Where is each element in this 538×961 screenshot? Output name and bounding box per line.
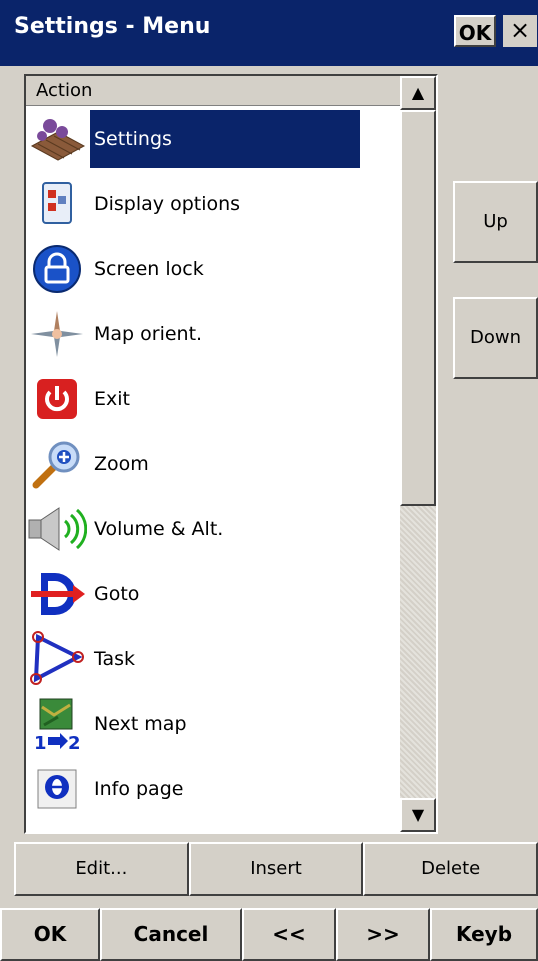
list-item-label: Settings bbox=[90, 109, 360, 168]
window-title: Settings - Menu bbox=[14, 14, 211, 39]
ok-button[interactable]: OK bbox=[0, 908, 100, 961]
magnifier-icon bbox=[26, 436, 88, 491]
insert-button[interactable]: Insert bbox=[188, 842, 364, 896]
list-item-settings[interactable]: Settings bbox=[26, 106, 400, 171]
list-rows: Settings Display options Screen lock Map… bbox=[26, 106, 400, 821]
column-header-action[interactable]: Action bbox=[26, 76, 400, 106]
lock-icon bbox=[26, 241, 88, 296]
task-icon bbox=[26, 630, 88, 686]
list-item-display-options[interactable]: Display options bbox=[26, 171, 400, 236]
list-item-label: Volume & Alt. bbox=[94, 517, 224, 540]
delete-button[interactable]: Delete bbox=[363, 842, 538, 896]
edit-toolbar: Edit... Insert Delete bbox=[14, 842, 538, 896]
settings-icon bbox=[26, 111, 88, 166]
list-item-map-orient[interactable]: Map orient. bbox=[26, 301, 400, 366]
bottom-toolbar: OK Cancel << >> Keyb bbox=[0, 908, 538, 961]
list-item-goto[interactable]: Goto bbox=[26, 561, 400, 626]
info-icon bbox=[26, 761, 88, 816]
list-item-zoom[interactable]: Zoom bbox=[26, 431, 400, 496]
list-item-task[interactable]: Task bbox=[26, 626, 400, 691]
list-item-label: Goto bbox=[94, 582, 140, 605]
scroll-thumb[interactable] bbox=[400, 110, 436, 506]
list-item-label: Map orient. bbox=[94, 322, 203, 345]
goto-icon bbox=[26, 566, 88, 621]
list-item-label: Screen lock bbox=[94, 257, 204, 280]
next-map-icon: 1 2 bbox=[26, 696, 88, 751]
cancel-button[interactable]: Cancel bbox=[100, 908, 242, 961]
down-button[interactable]: Down bbox=[453, 297, 538, 379]
up-button[interactable]: Up bbox=[453, 181, 538, 263]
list-item-label: Exit bbox=[94, 387, 130, 410]
action-list: Action Settings Display options Screen l… bbox=[24, 74, 438, 834]
list-item-label: Info page bbox=[94, 777, 184, 800]
scroll-up-button[interactable]: ▲ bbox=[400, 76, 436, 110]
list-item-screen-lock[interactable]: Screen lock bbox=[26, 236, 400, 301]
list-item-exit[interactable]: Exit bbox=[26, 366, 400, 431]
close-button[interactable]: × bbox=[503, 15, 537, 47]
list-item-info-page[interactable]: Info page bbox=[26, 756, 400, 821]
svg-text:2: 2 bbox=[68, 733, 81, 751]
list-item-label: Zoom bbox=[94, 452, 149, 475]
title-ok-button[interactable]: OK bbox=[454, 15, 496, 47]
svg-text:1: 1 bbox=[34, 733, 47, 751]
vertical-scrollbar[interactable]: ▲ ▼ bbox=[400, 76, 436, 832]
display-options-icon bbox=[26, 176, 88, 231]
list-item-next-map[interactable]: 1 2 Next map bbox=[26, 691, 400, 756]
speaker-icon bbox=[26, 501, 88, 556]
edit-button[interactable]: Edit... bbox=[14, 842, 189, 896]
list-item-label: Next map bbox=[94, 712, 187, 735]
list-item-label: Display options bbox=[94, 192, 241, 215]
next-button[interactable]: >> bbox=[336, 908, 430, 961]
list-item-label: Task bbox=[94, 647, 136, 670]
scroll-down-button[interactable]: ▼ bbox=[400, 798, 436, 832]
keyboard-button[interactable]: Keyb bbox=[430, 908, 538, 961]
previous-button[interactable]: << bbox=[242, 908, 336, 961]
list-item-volume[interactable]: Volume & Alt. bbox=[26, 496, 400, 561]
power-icon bbox=[26, 371, 88, 426]
title-bar: Settings - Menu OK × bbox=[0, 0, 538, 66]
compass-icon bbox=[26, 306, 88, 361]
